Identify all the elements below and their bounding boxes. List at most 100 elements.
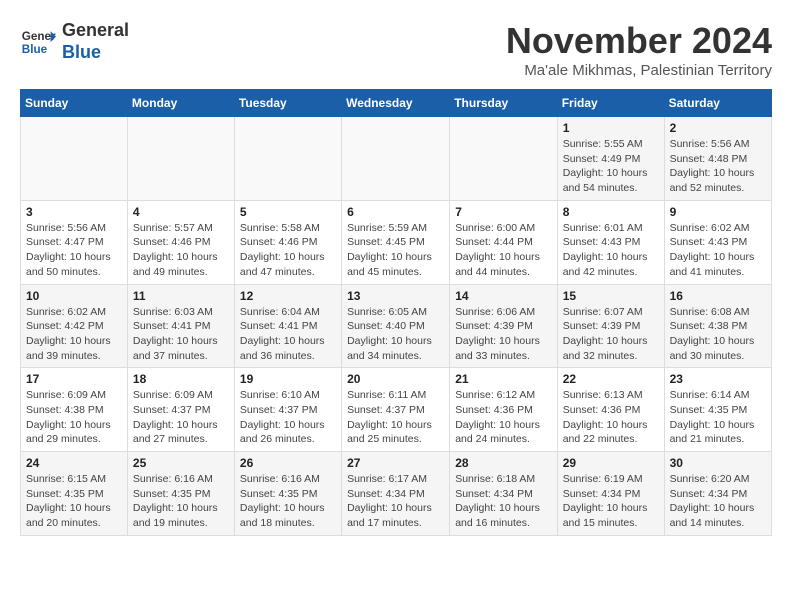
day-number: 15	[563, 289, 659, 303]
day-number: 13	[347, 289, 444, 303]
day-number: 7	[455, 205, 551, 219]
day-number: 2	[670, 121, 766, 135]
day-number: 27	[347, 456, 444, 470]
day-number: 29	[563, 456, 659, 470]
day-info: Sunrise: 5:59 AM Sunset: 4:45 PM Dayligh…	[347, 221, 444, 280]
day-info: Sunrise: 6:16 AM Sunset: 4:35 PM Dayligh…	[133, 472, 229, 531]
day-info: Sunrise: 5:56 AM Sunset: 4:47 PM Dayligh…	[26, 221, 122, 280]
calendar-table: SundayMondayTuesdayWednesdayThursdayFrid…	[20, 89, 772, 536]
calendar-cell: 16 Sunrise: 6:08 AM Sunset: 4:38 PM Dayli…	[664, 284, 771, 368]
weekday-header: Sunday	[21, 90, 128, 117]
day-number: 19	[240, 372, 336, 386]
calendar-cell: 22 Sunrise: 6:13 AM Sunset: 4:36 PM Dayli…	[557, 368, 664, 452]
calendar-cell: 26 Sunrise: 6:16 AM Sunset: 4:35 PM Dayli…	[234, 452, 341, 536]
day-info: Sunrise: 6:07 AM Sunset: 4:39 PM Dayligh…	[563, 305, 659, 364]
day-info: Sunrise: 6:05 AM Sunset: 4:40 PM Dayligh…	[347, 305, 444, 364]
calendar-cell: 19 Sunrise: 6:10 AM Sunset: 4:37 PM Dayli…	[234, 368, 341, 452]
day-number: 5	[240, 205, 336, 219]
day-info: Sunrise: 6:09 AM Sunset: 4:38 PM Dayligh…	[26, 388, 122, 447]
calendar-cell: 27 Sunrise: 6:17 AM Sunset: 4:34 PM Dayli…	[342, 452, 450, 536]
calendar-cell: 25Sunrise: 6:16 AM Sunset: 4:35 PM Dayli…	[127, 452, 234, 536]
day-number: 24	[26, 456, 122, 470]
day-info: Sunrise: 6:09 AM Sunset: 4:37 PM Dayligh…	[133, 388, 229, 447]
day-number: 4	[133, 205, 229, 219]
day-number: 10	[26, 289, 122, 303]
calendar-week-row: 17 Sunrise: 6:09 AM Sunset: 4:38 PM Dayli…	[21, 368, 772, 452]
calendar-header-row: SundayMondayTuesdayWednesdayThursdayFrid…	[21, 90, 772, 117]
weekday-header: Saturday	[664, 90, 771, 117]
calendar-week-row: 1 Sunrise: 5:55 AM Sunset: 4:49 PM Daylig…	[21, 117, 772, 201]
calendar-week-row: 24 Sunrise: 6:15 AM Sunset: 4:35 PM Dayli…	[21, 452, 772, 536]
calendar-cell: 3 Sunrise: 5:56 AM Sunset: 4:47 PM Daylig…	[21, 200, 128, 284]
day-info: Sunrise: 6:06 AM Sunset: 4:39 PM Dayligh…	[455, 305, 551, 364]
day-number: 28	[455, 456, 551, 470]
weekday-header: Wednesday	[342, 90, 450, 117]
calendar-cell: 15 Sunrise: 6:07 AM Sunset: 4:39 PM Dayli…	[557, 284, 664, 368]
calendar-week-row: 10Sunrise: 6:02 AM Sunset: 4:42 PM Dayli…	[21, 284, 772, 368]
day-info: Sunrise: 6:20 AM Sunset: 4:34 PM Dayligh…	[670, 472, 766, 531]
calendar-cell: 20Sunrise: 6:11 AM Sunset: 4:37 PM Dayli…	[342, 368, 450, 452]
calendar-week-row: 3 Sunrise: 5:56 AM Sunset: 4:47 PM Daylig…	[21, 200, 772, 284]
calendar-cell: 10Sunrise: 6:02 AM Sunset: 4:42 PM Dayli…	[21, 284, 128, 368]
weekday-header: Monday	[127, 90, 234, 117]
day-number: 1	[563, 121, 659, 135]
day-info: Sunrise: 6:13 AM Sunset: 4:36 PM Dayligh…	[563, 388, 659, 447]
calendar-cell: 11 Sunrise: 6:03 AM Sunset: 4:41 PM Dayli…	[127, 284, 234, 368]
calendar-cell: 28 Sunrise: 6:18 AM Sunset: 4:34 PM Dayli…	[450, 452, 557, 536]
month-title: November 2024	[506, 20, 772, 62]
day-info: Sunrise: 6:16 AM Sunset: 4:35 PM Dayligh…	[240, 472, 336, 531]
day-info: Sunrise: 6:08 AM Sunset: 4:38 PM Dayligh…	[670, 305, 766, 364]
day-number: 8	[563, 205, 659, 219]
calendar-cell: 30 Sunrise: 6:20 AM Sunset: 4:34 PM Dayli…	[664, 452, 771, 536]
weekday-header: Tuesday	[234, 90, 341, 117]
logo: General Blue General Blue	[20, 20, 129, 63]
calendar-cell	[21, 117, 128, 201]
title-section: November 2024 Ma'ale Mikhmas, Palestinia…	[506, 20, 772, 79]
calendar-cell	[127, 117, 234, 201]
day-number: 30	[670, 456, 766, 470]
logo-general-text: General	[62, 20, 129, 42]
calendar-cell: 9 Sunrise: 6:02 AM Sunset: 4:43 PM Daylig…	[664, 200, 771, 284]
day-info: Sunrise: 6:14 AM Sunset: 4:35 PM Dayligh…	[670, 388, 766, 447]
day-number: 20	[347, 372, 444, 386]
day-info: Sunrise: 5:55 AM Sunset: 4:49 PM Dayligh…	[563, 137, 659, 196]
calendar-cell	[234, 117, 341, 201]
calendar-cell: 1 Sunrise: 5:55 AM Sunset: 4:49 PM Daylig…	[557, 117, 664, 201]
day-info: Sunrise: 6:03 AM Sunset: 4:41 PM Dayligh…	[133, 305, 229, 364]
calendar-cell: 2Sunrise: 5:56 AM Sunset: 4:48 PM Daylig…	[664, 117, 771, 201]
logo-blue-text: Blue	[62, 42, 129, 64]
calendar-cell	[450, 117, 557, 201]
day-info: Sunrise: 6:19 AM Sunset: 4:34 PM Dayligh…	[563, 472, 659, 531]
day-info: Sunrise: 6:04 AM Sunset: 4:41 PM Dayligh…	[240, 305, 336, 364]
day-info: Sunrise: 6:02 AM Sunset: 4:43 PM Dayligh…	[670, 221, 766, 280]
day-number: 26	[240, 456, 336, 470]
day-number: 18	[133, 372, 229, 386]
day-number: 12	[240, 289, 336, 303]
day-number: 11	[133, 289, 229, 303]
calendar-cell: 18 Sunrise: 6:09 AM Sunset: 4:37 PM Dayli…	[127, 368, 234, 452]
day-info: Sunrise: 6:15 AM Sunset: 4:35 PM Dayligh…	[26, 472, 122, 531]
day-number: 21	[455, 372, 551, 386]
calendar-cell: 7 Sunrise: 6:00 AM Sunset: 4:44 PM Daylig…	[450, 200, 557, 284]
day-info: Sunrise: 6:01 AM Sunset: 4:43 PM Dayligh…	[563, 221, 659, 280]
day-info: Sunrise: 5:57 AM Sunset: 4:46 PM Dayligh…	[133, 221, 229, 280]
day-number: 3	[26, 205, 122, 219]
day-info: Sunrise: 6:00 AM Sunset: 4:44 PM Dayligh…	[455, 221, 551, 280]
day-info: Sunrise: 5:58 AM Sunset: 4:46 PM Dayligh…	[240, 221, 336, 280]
calendar-cell: 13 Sunrise: 6:05 AM Sunset: 4:40 PM Dayli…	[342, 284, 450, 368]
day-number: 17	[26, 372, 122, 386]
day-number: 23	[670, 372, 766, 386]
day-info: Sunrise: 6:17 AM Sunset: 4:34 PM Dayligh…	[347, 472, 444, 531]
calendar-cell: 17 Sunrise: 6:09 AM Sunset: 4:38 PM Dayli…	[21, 368, 128, 452]
calendar-cell: 14 Sunrise: 6:06 AM Sunset: 4:39 PM Dayli…	[450, 284, 557, 368]
day-number: 6	[347, 205, 444, 219]
day-info: Sunrise: 6:18 AM Sunset: 4:34 PM Dayligh…	[455, 472, 551, 531]
calendar-cell: 21Sunrise: 6:12 AM Sunset: 4:36 PM Dayli…	[450, 368, 557, 452]
day-number: 16	[670, 289, 766, 303]
day-number: 9	[670, 205, 766, 219]
day-info: Sunrise: 6:10 AM Sunset: 4:37 PM Dayligh…	[240, 388, 336, 447]
day-number: 22	[563, 372, 659, 386]
day-number: 14	[455, 289, 551, 303]
calendar-cell: 12 Sunrise: 6:04 AM Sunset: 4:41 PM Dayli…	[234, 284, 341, 368]
calendar-cell: 4 Sunrise: 5:57 AM Sunset: 4:46 PM Daylig…	[127, 200, 234, 284]
